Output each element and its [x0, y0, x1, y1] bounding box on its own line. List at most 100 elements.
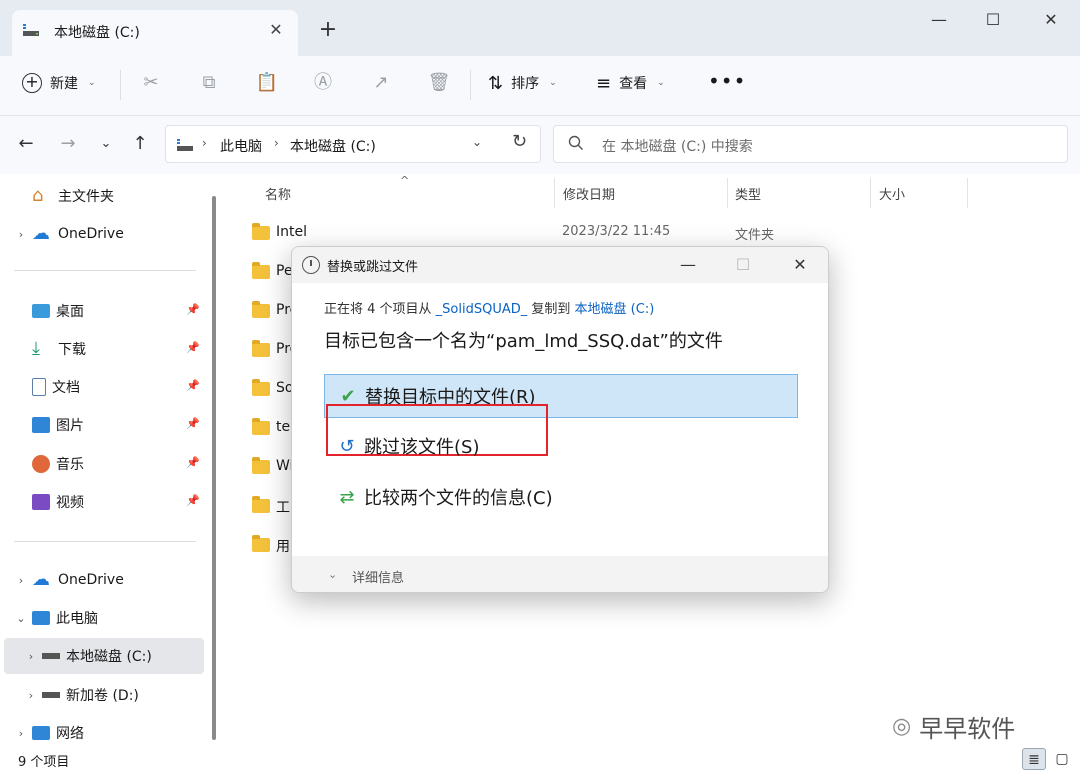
- new-tab-button[interactable]: +: [316, 18, 340, 42]
- chevron-right-icon[interactable]: ›: [20, 650, 42, 663]
- new-button[interactable]: + 新建 ⌄: [22, 70, 96, 96]
- conflict-message: 目标已包含一个名为“pam_lmd_SSQ.dat”的文件: [324, 331, 723, 352]
- view-label: 查看: [619, 76, 648, 92]
- minimize-button[interactable]: —: [924, 8, 954, 32]
- destination-link[interactable]: 本地磁盘 (C:): [575, 302, 655, 317]
- column-header-modified[interactable]: 修改日期: [563, 184, 615, 203]
- folder-icon: [252, 223, 270, 240]
- more-options-button[interactable]: •••: [708, 70, 746, 92]
- search-box[interactable]: 在 本地磁盘 (C:) 中搜索: [553, 125, 1068, 163]
- video-icon: [32, 494, 50, 510]
- drive-icon: [42, 653, 60, 659]
- folder-icon: [252, 496, 270, 513]
- pin-icon[interactable]: 📌: [186, 341, 200, 354]
- sidebar-item-new-volume[interactable]: › 新加卷 (D:): [10, 677, 206, 713]
- search-placeholder: 在 本地磁盘 (C:) 中搜索: [602, 139, 753, 155]
- sidebar-item-local-disk[interactable]: › 本地磁盘 (C:): [4, 638, 204, 674]
- folder-icon: [252, 262, 270, 279]
- sidebar-item-desktop[interactable]: 桌面 📌: [10, 293, 206, 329]
- chevron-down-icon[interactable]: ⌄: [328, 568, 337, 581]
- folder-icon: [252, 340, 270, 357]
- dialog-footer: ⌄ 详细信息: [292, 556, 828, 592]
- recent-locations-chevron-icon[interactable]: ⌄: [94, 132, 118, 156]
- music-icon: [32, 455, 50, 473]
- up-arrow-icon[interactable]: ↑: [128, 132, 152, 156]
- forward-arrow-icon[interactable]: →: [56, 132, 80, 156]
- toolbar-divider: [470, 70, 471, 100]
- folder-icon: [252, 301, 270, 318]
- sidebar-item-label: 文档: [52, 380, 80, 396]
- item-count: 9 个项目: [18, 755, 70, 770]
- sidebar-item-label: 视频: [56, 495, 84, 511]
- sidebar-item-label: 桌面: [56, 304, 84, 320]
- pin-icon[interactable]: 📌: [186, 303, 200, 316]
- pin-icon[interactable]: 📌: [186, 417, 200, 430]
- breadcrumb-local-disk[interactable]: 本地磁盘 (C:): [290, 136, 376, 156]
- sidebar-item-label: 网络: [56, 726, 84, 742]
- pin-icon[interactable]: 📌: [186, 456, 200, 469]
- maximize-button[interactable]: ☐: [978, 8, 1008, 32]
- view-button[interactable]: ≡ 查看 ⌄: [596, 70, 665, 96]
- back-arrow-icon[interactable]: ←: [14, 132, 38, 156]
- more-details-button[interactable]: 详细信息: [352, 567, 404, 586]
- column-divider: [870, 178, 871, 208]
- column-header-type[interactable]: 类型: [735, 184, 761, 203]
- sidebar-item-downloads[interactable]: ⤓ 下载 📌: [10, 331, 206, 367]
- file-type: 文件夹: [735, 228, 775, 243]
- sidebar-item-label: 主文件夹: [58, 189, 114, 205]
- chevron-down-icon[interactable]: ⌄: [10, 612, 32, 625]
- address-bar[interactable]: › 此电脑 › 本地磁盘 (C:) ⌄ ↻: [165, 125, 541, 163]
- tab-close-icon[interactable]: ✕: [264, 18, 288, 42]
- picture-icon: [32, 417, 50, 433]
- pin-icon[interactable]: 📌: [186, 379, 200, 392]
- sidebar-item-videos[interactable]: 视频 📌: [10, 484, 206, 520]
- paste-icon[interactable]: 📋: [254, 70, 280, 96]
- sidebar-item-label: 本地磁盘 (C:): [66, 649, 152, 665]
- pin-icon[interactable]: 📌: [186, 494, 200, 507]
- sidebar-item-network[interactable]: › 网络: [10, 715, 206, 751]
- copy-icon[interactable]: ⧉: [196, 70, 222, 96]
- folder-icon: [252, 379, 270, 396]
- skip-option[interactable]: ↺ 跳过该文件(S): [324, 424, 798, 468]
- sidebar-item-music[interactable]: 音乐 📌: [10, 446, 206, 482]
- toolbar-divider: [120, 70, 121, 100]
- chevron-right-icon[interactable]: ›: [10, 574, 32, 587]
- sidebar-item-onedrive-2[interactable]: › ☁ OneDrive: [10, 562, 206, 598]
- source-folder-link[interactable]: _SolidSQUAD_: [436, 302, 528, 317]
- tiles-view-icon[interactable]: ▢: [1050, 748, 1074, 770]
- sidebar-item-label: OneDrive: [58, 572, 124, 588]
- refresh-icon[interactable]: ↻: [512, 131, 527, 152]
- chevron-right-icon[interactable]: ›: [20, 689, 42, 702]
- sidebar-item-this-pc[interactable]: ⌄ 此电脑: [10, 600, 206, 636]
- sort-button[interactable]: ⇅ 排序 ⌄: [488, 70, 557, 96]
- dialog-body: 正在将 4 个项目从 _SolidSQUAD_ 复制到 本地磁盘 (C:) 目标…: [292, 283, 828, 556]
- sidebar-item-onedrive[interactable]: › ☁ OneDrive: [10, 216, 206, 252]
- compare-option[interactable]: ⇄ 比较两个文件的信息(C): [324, 475, 798, 519]
- column-header-size[interactable]: 大小: [879, 184, 905, 203]
- compare-icon: ⇄: [339, 486, 355, 508]
- chevron-right-icon[interactable]: ›: [10, 228, 32, 241]
- delete-icon[interactable]: 🗑: [426, 70, 452, 96]
- share-icon[interactable]: ↗: [368, 70, 394, 96]
- cut-icon[interactable]: ✂: [138, 70, 164, 96]
- sidebar-item-label: 音乐: [56, 457, 84, 473]
- sidebar-scrollbar[interactable]: [212, 196, 216, 740]
- sidebar-item-documents[interactable]: 文档 📌: [10, 369, 206, 405]
- dialog-close-button[interactable]: ✕: [786, 253, 814, 277]
- rename-icon[interactable]: Ⓐ: [310, 70, 336, 96]
- sidebar-item-label: OneDrive: [58, 226, 124, 242]
- status-bar: 9 个项目: [0, 748, 1080, 774]
- navigation-bar: ← → ⌄ ↑ › 此电脑 › 本地磁盘 (C:) ⌄ ↻ 在 本地磁盘 (C:…: [0, 116, 1080, 174]
- tab-local-disk[interactable]: 本地磁盘 (C:) ✕: [12, 10, 298, 56]
- sidebar-item-pictures[interactable]: 图片 📌: [10, 407, 206, 443]
- chevron-right-icon[interactable]: ›: [10, 727, 32, 740]
- address-dropdown-icon[interactable]: ⌄: [472, 135, 482, 149]
- details-view-icon[interactable]: ≣: [1022, 748, 1046, 770]
- sidebar-item-home[interactable]: ⌂ 主文件夹: [10, 178, 206, 214]
- drive-icon: [42, 692, 60, 698]
- close-button[interactable]: ✕: [1036, 8, 1066, 32]
- column-divider: [554, 178, 555, 208]
- breadcrumb-this-pc[interactable]: 此电脑: [220, 136, 262, 156]
- column-header-name[interactable]: 名称: [265, 184, 291, 203]
- dialog-minimize-button[interactable]: —: [674, 253, 702, 277]
